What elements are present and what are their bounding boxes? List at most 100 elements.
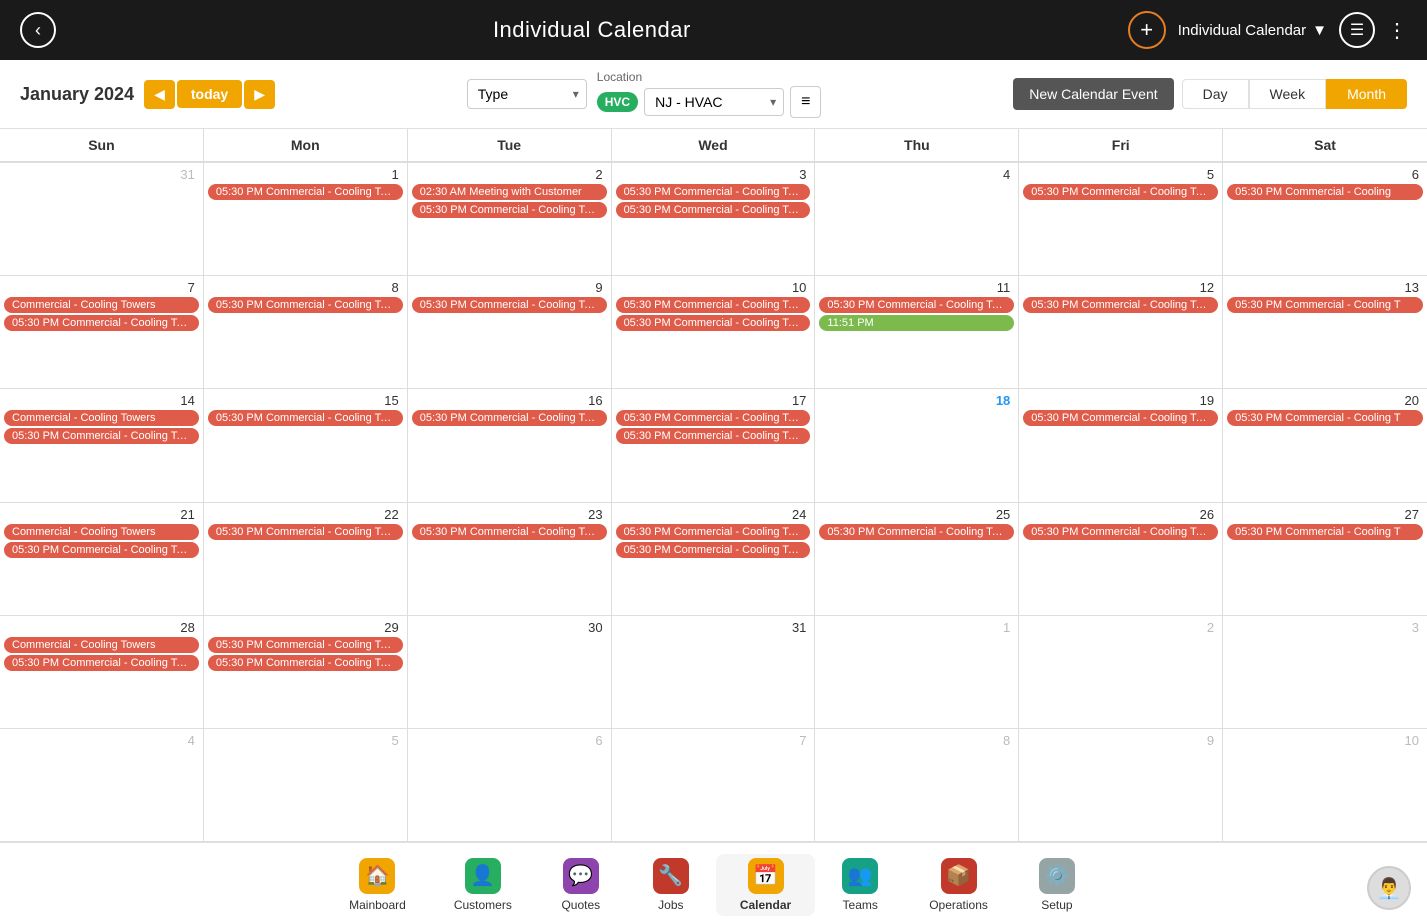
calendar-cell-4-3[interactable]: 31 bbox=[612, 616, 816, 728]
calendar-event[interactable]: 05:30 PM Commercial - Cooling Towers bbox=[616, 297, 811, 313]
nav-quotes[interactable]: 💬 Quotes bbox=[536, 854, 626, 916]
calendar-event[interactable]: 05:30 PM Commercial - Cooling Towers bbox=[616, 315, 811, 331]
calendar-cell-5-1[interactable]: 5 bbox=[204, 729, 408, 841]
calendar-event[interactable]: 05:30 PM Commercial - Cooling Towers bbox=[1023, 184, 1218, 200]
calendar-event[interactable]: 05:30 PM Commercial - Cooling Towers bbox=[616, 410, 811, 426]
calendar-cell-0-5[interactable]: 505:30 PM Commercial - Cooling Towers bbox=[1019, 163, 1223, 275]
calendar-event[interactable]: 05:30 PM Commercial - Cooling Towers bbox=[208, 410, 403, 426]
calendar-event[interactable]: Commercial - Cooling Towers bbox=[4, 524, 199, 540]
calendar-cell-2-6[interactable]: 2005:30 PM Commercial - Cooling T bbox=[1223, 389, 1427, 501]
calendar-event[interactable]: 05:30 PM Commercial - Cooling Towers bbox=[412, 410, 607, 426]
calendar-cell-4-1[interactable]: 2905:30 PM Commercial - Cooling Towers05… bbox=[204, 616, 408, 728]
calendar-event[interactable]: 05:30 PM Commercial - Cooling Towers bbox=[412, 524, 607, 540]
calendar-event[interactable]: 05:30 PM Commercial - Cooling bbox=[1227, 184, 1423, 200]
calendar-event[interactable]: 05:30 PM Commercial - Cooling Towers bbox=[412, 202, 607, 218]
calendar-event[interactable]: 11:51 PM bbox=[819, 315, 1014, 331]
calendar-cell-0-2[interactable]: 202:30 AM Meeting with Customer05:30 PM … bbox=[408, 163, 612, 275]
month-view-button[interactable]: Month bbox=[1326, 79, 1407, 109]
calendar-event[interactable]: 05:30 PM Commercial - Cooling Towers bbox=[1023, 410, 1218, 426]
today-button[interactable]: today bbox=[177, 80, 242, 108]
menu-button[interactable]: ☰ bbox=[1339, 12, 1375, 48]
calendar-cell-5-6[interactable]: 10 bbox=[1223, 729, 1427, 841]
calendar-cell-2-3[interactable]: 1705:30 PM Commercial - Cooling Towers05… bbox=[612, 389, 816, 501]
calendar-event[interactable]: 05:30 PM Commercial - Cooling Towers bbox=[208, 655, 403, 671]
calendar-event[interactable]: 05:30 PM Commercial - Cooling Towers bbox=[616, 428, 811, 444]
calendar-cell-1-3[interactable]: 1005:30 PM Commercial - Cooling Towers05… bbox=[612, 276, 816, 388]
user-avatar[interactable]: 👨‍💼 bbox=[1367, 866, 1411, 910]
calendar-cell-3-2[interactable]: 2305:30 PM Commercial - Cooling Towers bbox=[408, 503, 612, 615]
nav-operations[interactable]: 📦 Operations bbox=[905, 854, 1012, 916]
calendar-event[interactable]: 05:30 PM Commercial - Cooling Towers bbox=[819, 524, 1014, 540]
calendar-cell-4-0[interactable]: 28Commercial - Cooling Towers05:30 PM Co… bbox=[0, 616, 204, 728]
location-select[interactable]: NJ - HVAC bbox=[644, 88, 784, 116]
calendar-event[interactable]: 05:30 PM Commercial - Cooling Towers bbox=[208, 524, 403, 540]
calendar-cell-5-0[interactable]: 4 bbox=[0, 729, 204, 841]
calendar-cell-2-2[interactable]: 1605:30 PM Commercial - Cooling Towers bbox=[408, 389, 612, 501]
calendar-event[interactable]: 05:30 PM Commercial - Cooling Towers bbox=[616, 202, 811, 218]
calendar-cell-3-5[interactable]: 2605:30 PM Commercial - Cooling Towers bbox=[1019, 503, 1223, 615]
calendar-cell-0-6[interactable]: 605:30 PM Commercial - Cooling bbox=[1223, 163, 1427, 275]
nav-jobs[interactable]: 🔧 Jobs bbox=[626, 854, 716, 916]
calendar-event[interactable]: 05:30 PM Commercial - Cooling T bbox=[1227, 297, 1423, 313]
calendar-event[interactable]: 05:30 PM Commercial - Cooling Towers bbox=[616, 524, 811, 540]
new-calendar-event-button[interactable]: New Calendar Event bbox=[1013, 78, 1173, 110]
calendar-cell-2-1[interactable]: 1505:30 PM Commercial - Cooling Towers bbox=[204, 389, 408, 501]
calendar-event[interactable]: 05:30 PM Commercial - Cooling Towers bbox=[208, 297, 403, 313]
calendar-cell-2-4[interactable]: 18 bbox=[815, 389, 1019, 501]
nav-calendar[interactable]: 📅 Calendar bbox=[716, 854, 815, 916]
calendar-cell-3-6[interactable]: 2705:30 PM Commercial - Cooling T bbox=[1223, 503, 1427, 615]
calendar-cell-1-4[interactable]: 1105:30 PM Commercial - Cooling Towers11… bbox=[815, 276, 1019, 388]
calendar-event[interactable]: 05:30 PM Commercial - Cooling Towers bbox=[4, 315, 199, 331]
calendar-event[interactable]: 05:30 PM Commercial - Cooling T bbox=[1227, 410, 1423, 426]
calendar-cell-4-5[interactable]: 2 bbox=[1019, 616, 1223, 728]
calendar-event[interactable]: Commercial - Cooling Towers bbox=[4, 637, 199, 653]
calendar-cell-1-6[interactable]: 1305:30 PM Commercial - Cooling T bbox=[1223, 276, 1427, 388]
calendar-cell-0-0[interactable]: 31 bbox=[0, 163, 204, 275]
calendar-cell-3-4[interactable]: 2505:30 PM Commercial - Cooling Towers bbox=[815, 503, 1019, 615]
calendar-event[interactable]: 05:30 PM Commercial - Cooling Towers bbox=[4, 542, 199, 558]
list-view-button[interactable]: ≡ bbox=[790, 86, 821, 118]
calendar-cell-5-2[interactable]: 6 bbox=[408, 729, 612, 841]
calendar-event[interactable]: 05:30 PM Commercial - Cooling Towers bbox=[412, 297, 607, 313]
calendar-cell-3-0[interactable]: 21Commercial - Cooling Towers05:30 PM Co… bbox=[0, 503, 204, 615]
calendar-event[interactable]: Commercial - Cooling Towers bbox=[4, 297, 199, 313]
calendar-cell-4-4[interactable]: 1 bbox=[815, 616, 1019, 728]
calendar-cell-5-3[interactable]: 7 bbox=[612, 729, 816, 841]
calendar-cell-4-6[interactable]: 3 bbox=[1223, 616, 1427, 728]
back-button[interactable]: ‹ bbox=[20, 12, 56, 48]
calendar-event[interactable]: 05:30 PM Commercial - Cooling Towers bbox=[1023, 297, 1218, 313]
nav-mainboard[interactable]: 🏠 Mainboard bbox=[325, 854, 430, 916]
calendar-cell-0-3[interactable]: 305:30 PM Commercial - Cooling Towers05:… bbox=[612, 163, 816, 275]
calendar-cell-2-5[interactable]: 1905:30 PM Commercial - Cooling Towers bbox=[1019, 389, 1223, 501]
calendar-event[interactable]: 05:30 PM Commercial - Cooling Towers bbox=[1023, 524, 1218, 540]
calendar-cell-1-0[interactable]: 7Commercial - Cooling Towers05:30 PM Com… bbox=[0, 276, 204, 388]
more-options-button[interactable]: ⋮ bbox=[1387, 18, 1407, 43]
calendar-event[interactable]: 05:30 PM Commercial - Cooling T bbox=[1227, 524, 1423, 540]
calendar-event[interactable]: 02:30 AM Meeting with Customer bbox=[412, 184, 607, 200]
calendar-selector[interactable]: Individual Calendar ▼ bbox=[1178, 22, 1327, 39]
calendar-event[interactable]: 05:30 PM Commercial - Cooling Towers bbox=[208, 637, 403, 653]
calendar-cell-5-5[interactable]: 9 bbox=[1019, 729, 1223, 841]
calendar-event[interactable]: 05:30 PM Commercial - Cooling Towers bbox=[819, 297, 1014, 313]
add-event-button[interactable]: + bbox=[1128, 11, 1166, 49]
calendar-cell-4-2[interactable]: 30 bbox=[408, 616, 612, 728]
calendar-event[interactable]: Commercial - Cooling Towers bbox=[4, 410, 199, 426]
type-select[interactable]: Type bbox=[467, 79, 587, 109]
calendar-cell-2-0[interactable]: 14Commercial - Cooling Towers05:30 PM Co… bbox=[0, 389, 204, 501]
week-view-button[interactable]: Week bbox=[1249, 79, 1327, 109]
calendar-cell-1-2[interactable]: 905:30 PM Commercial - Cooling Towers bbox=[408, 276, 612, 388]
calendar-cell-3-1[interactable]: 2205:30 PM Commercial - Cooling Towers bbox=[204, 503, 408, 615]
calendar-cell-3-3[interactable]: 2405:30 PM Commercial - Cooling Towers05… bbox=[612, 503, 816, 615]
calendar-event[interactable]: 05:30 PM Commercial - Cooling Towers bbox=[4, 428, 199, 444]
calendar-cell-0-1[interactable]: 105:30 PM Commercial - Cooling Towers bbox=[204, 163, 408, 275]
calendar-event[interactable]: 05:30 PM Commercial - Cooling Towers bbox=[208, 184, 403, 200]
calendar-cell-5-4[interactable]: 8 bbox=[815, 729, 1019, 841]
calendar-event[interactable]: 05:30 PM Commercial - Cooling Towers bbox=[616, 542, 811, 558]
calendar-cell-0-4[interactable]: 4 bbox=[815, 163, 1019, 275]
next-month-button[interactable]: ▶ bbox=[244, 80, 275, 109]
calendar-cell-1-1[interactable]: 805:30 PM Commercial - Cooling Towers bbox=[204, 276, 408, 388]
calendar-cell-1-5[interactable]: 1205:30 PM Commercial - Cooling Towers bbox=[1019, 276, 1223, 388]
calendar-event[interactable]: 05:30 PM Commercial - Cooling Towers bbox=[616, 184, 811, 200]
day-view-button[interactable]: Day bbox=[1182, 79, 1249, 109]
calendar-event[interactable]: 05:30 PM Commercial - Cooling Towers bbox=[4, 655, 199, 671]
